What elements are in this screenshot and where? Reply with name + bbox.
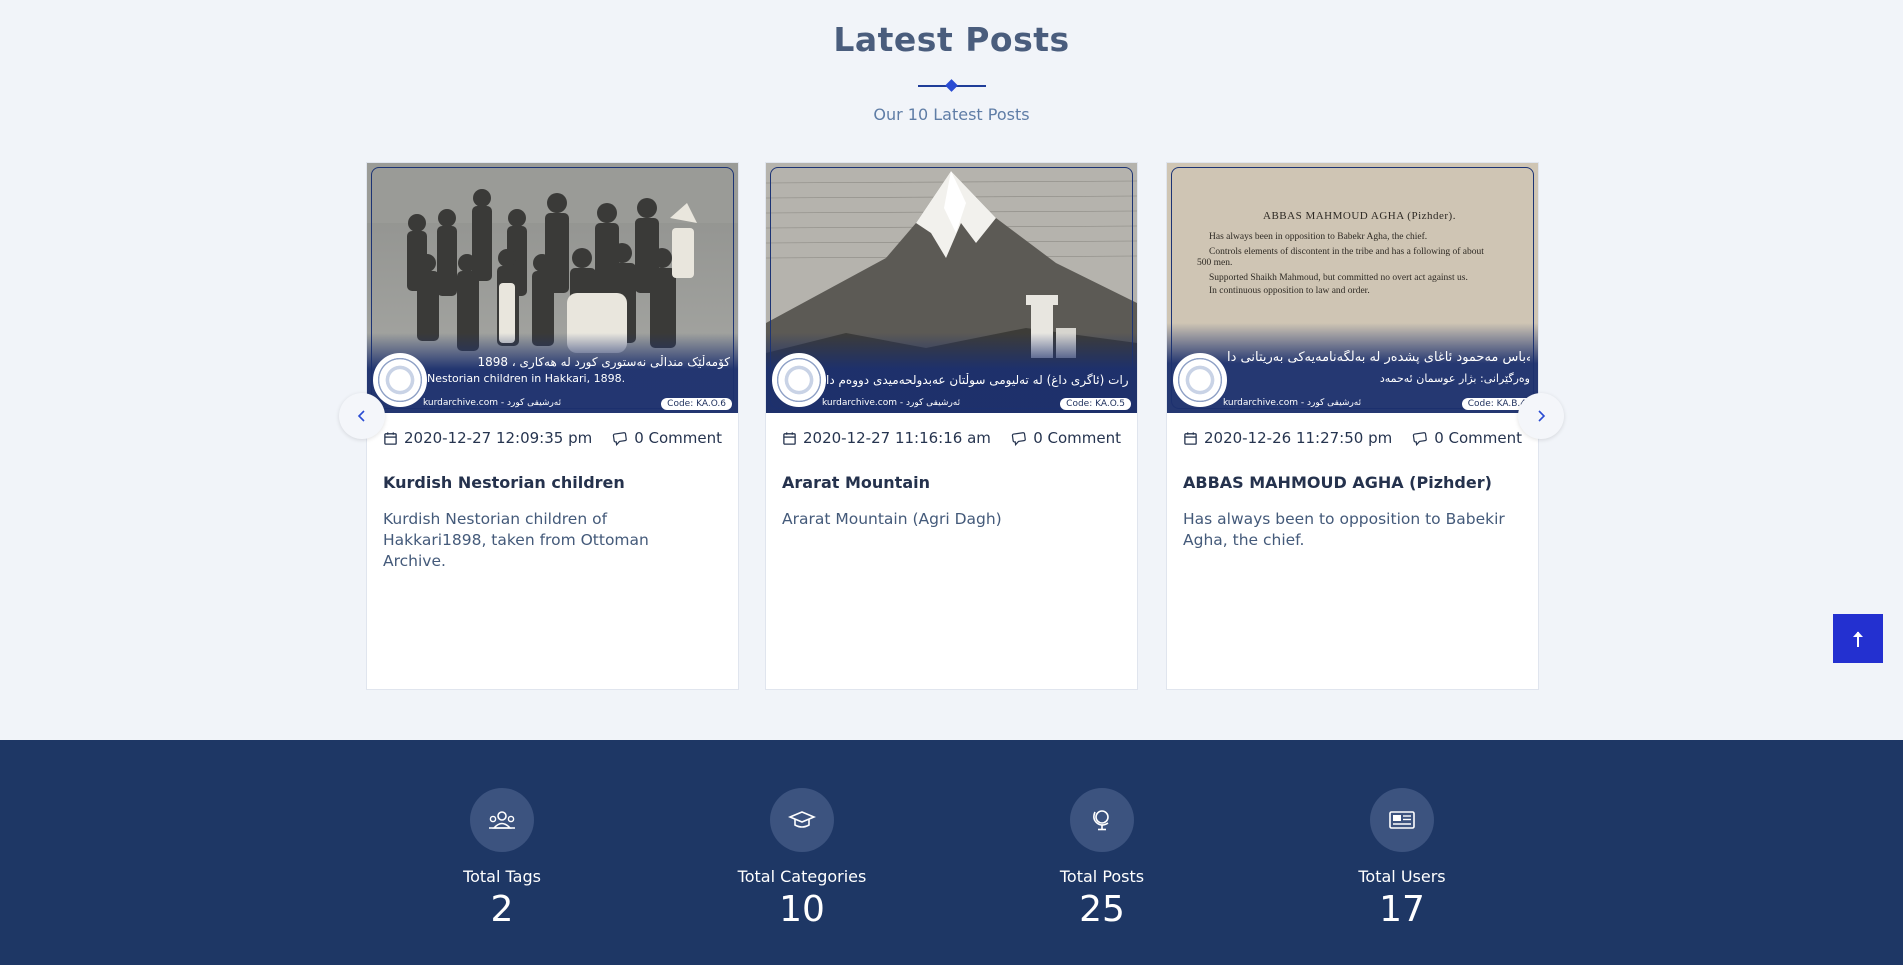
globe-icon bbox=[1093, 810, 1109, 831]
title-divider bbox=[918, 79, 986, 92]
stat-icon-circle bbox=[770, 788, 834, 852]
kurdarchive-logo bbox=[1173, 353, 1227, 407]
image-site-credit: kurdarchive.com - ئەرشیفی کورد bbox=[822, 398, 961, 408]
stat-total-tags: Total Tags 2 bbox=[382, 788, 622, 930]
image-code-badge: Code: KA.O.5 bbox=[1060, 398, 1131, 410]
post-excerpt: Kurdish Nestorian children of Hakkari189… bbox=[383, 510, 649, 570]
image-code-badge: Code: KA.O.6 bbox=[661, 398, 732, 410]
post-thumbnail[interactable]: ABBAS MAHMOUD AGHA (Pizhder). Has always… bbox=[1167, 163, 1538, 413]
image-site-credit: kurdarchive.com - ئەرشیفی کورد bbox=[423, 398, 562, 408]
post-excerpt: Ararat Mountain (Agri Dagh) bbox=[782, 510, 1002, 528]
arrow-up-icon bbox=[1853, 631, 1863, 647]
stat-value: 10 bbox=[779, 889, 825, 930]
stat-label: Total Categories bbox=[737, 867, 867, 886]
stat-total-categories: Total Categories 10 bbox=[682, 788, 922, 930]
image-caption-en: Nestorian children in Hakkari, 1898. bbox=[427, 372, 626, 385]
post-meta: 2020-12-27 11:16:16 am 0 Comment bbox=[782, 429, 1121, 449]
stat-icon-circle bbox=[470, 788, 534, 852]
calendar-icon bbox=[384, 432, 397, 445]
post-meta: 2020-12-26 11:27:50 pm 0 Comment bbox=[1183, 429, 1522, 449]
section-subtitle: Our 10 Latest Posts bbox=[873, 105, 1030, 124]
post-thumbnail[interactable]: چیای ئارارات (ئاگری داغ) لە تەلیومی سوڵت… bbox=[766, 163, 1137, 413]
post-thumbnail[interactable]: کۆمەڵێک منداڵی نەستوری کورد لە هەکاری ، … bbox=[367, 163, 738, 413]
newspaper-icon bbox=[1389, 811, 1415, 829]
graduation-cap-icon bbox=[788, 811, 816, 828]
comment-icon bbox=[613, 432, 628, 447]
stat-label: Total Posts bbox=[1059, 867, 1145, 886]
calendar-icon bbox=[783, 432, 796, 445]
stat-icon-circle bbox=[1370, 788, 1434, 852]
post-card[interactable]: کۆمەڵێک منداڵی نەستوری کورد لە هەکاری ، … bbox=[366, 162, 739, 690]
post-meta: 2020-12-27 12:09:35 pm 0 Comment bbox=[383, 429, 722, 449]
users-icon bbox=[489, 811, 515, 829]
back-to-top-button[interactable] bbox=[1833, 614, 1883, 663]
stat-label: Total Tags bbox=[463, 867, 541, 886]
post-title[interactable]: ABBAS MAHMOUD AGHA (Pizhder) bbox=[1183, 473, 1522, 492]
post-comments[interactable]: 0 Comment bbox=[1412, 429, 1522, 447]
chevron-left-icon bbox=[357, 410, 365, 422]
post-date: 2020-12-26 11:27:50 pm bbox=[1183, 429, 1392, 447]
stat-icon-circle bbox=[1070, 788, 1134, 852]
image-caption-ku: کۆمەڵێک منداڵی نەستوری کورد لە هەکاری ، … bbox=[477, 355, 730, 369]
stat-label: Total Users bbox=[1358, 867, 1446, 886]
post-date-text: 2020-12-27 11:16:16 am bbox=[803, 429, 991, 447]
chevron-right-icon bbox=[1538, 410, 1546, 422]
image-caption-ku: عەباس مەحمود ئاغای پشدەر لە بەڵگەنامەیەک… bbox=[1227, 350, 1530, 365]
post-date: 2020-12-27 11:16:16 am bbox=[782, 429, 991, 447]
post-date-text: 2020-12-26 11:27:50 pm bbox=[1204, 429, 1393, 447]
calendar-icon bbox=[1184, 432, 1197, 445]
image-site-credit: kurdarchive.com - ئەرشیفی کورد bbox=[1223, 398, 1362, 408]
stat-total-posts: Total Posts 25 bbox=[982, 788, 1222, 930]
site-statistics: Total Tags 2 Total Categories 10 Total P… bbox=[0, 740, 1903, 965]
post-card[interactable]: چیای ئارارات (ئاگری داغ) لە تەلیومی سوڵت… bbox=[765, 162, 1138, 690]
post-comments-text: 0 Comment bbox=[634, 429, 722, 447]
post-card[interactable]: ABBAS MAHMOUD AGHA (Pizhder). Has always… bbox=[1166, 162, 1539, 690]
section-title: Latest Posts bbox=[833, 20, 1070, 59]
comment-icon bbox=[1413, 432, 1428, 447]
post-excerpt: Has always been to opposition to Babekir… bbox=[1183, 510, 1505, 549]
post-comments[interactable]: 0 Comment bbox=[612, 429, 722, 447]
image-caption-translator: وەرگێرانی: بژار عوسمان ئەحمەد bbox=[1379, 372, 1530, 385]
post-comments[interactable]: 0 Comment bbox=[1011, 429, 1121, 447]
post-comments-text: 0 Comment bbox=[1434, 429, 1522, 447]
carousel-next-button[interactable] bbox=[1518, 393, 1564, 439]
comment-icon bbox=[1012, 432, 1027, 447]
post-title[interactable]: Ararat Mountain bbox=[782, 473, 1121, 492]
kurdarchive-logo bbox=[772, 353, 826, 407]
post-date: 2020-12-27 12:09:35 pm bbox=[383, 429, 592, 447]
post-title[interactable]: Kurdish Nestorian children bbox=[383, 473, 722, 492]
stat-value: 25 bbox=[1079, 889, 1125, 930]
stat-value: 17 bbox=[1379, 889, 1425, 930]
post-comments-text: 0 Comment bbox=[1033, 429, 1121, 447]
image-caption-ku: چیای ئارارات (ئاگری داغ) لە تەلیومی سوڵت… bbox=[826, 373, 1129, 387]
stat-value: 2 bbox=[490, 889, 514, 930]
carousel-prev-button[interactable] bbox=[339, 393, 385, 439]
kurdarchive-logo bbox=[373, 353, 427, 407]
stat-total-users: Total Users 17 bbox=[1282, 788, 1522, 930]
post-date-text: 2020-12-27 12:09:35 pm bbox=[404, 429, 593, 447]
